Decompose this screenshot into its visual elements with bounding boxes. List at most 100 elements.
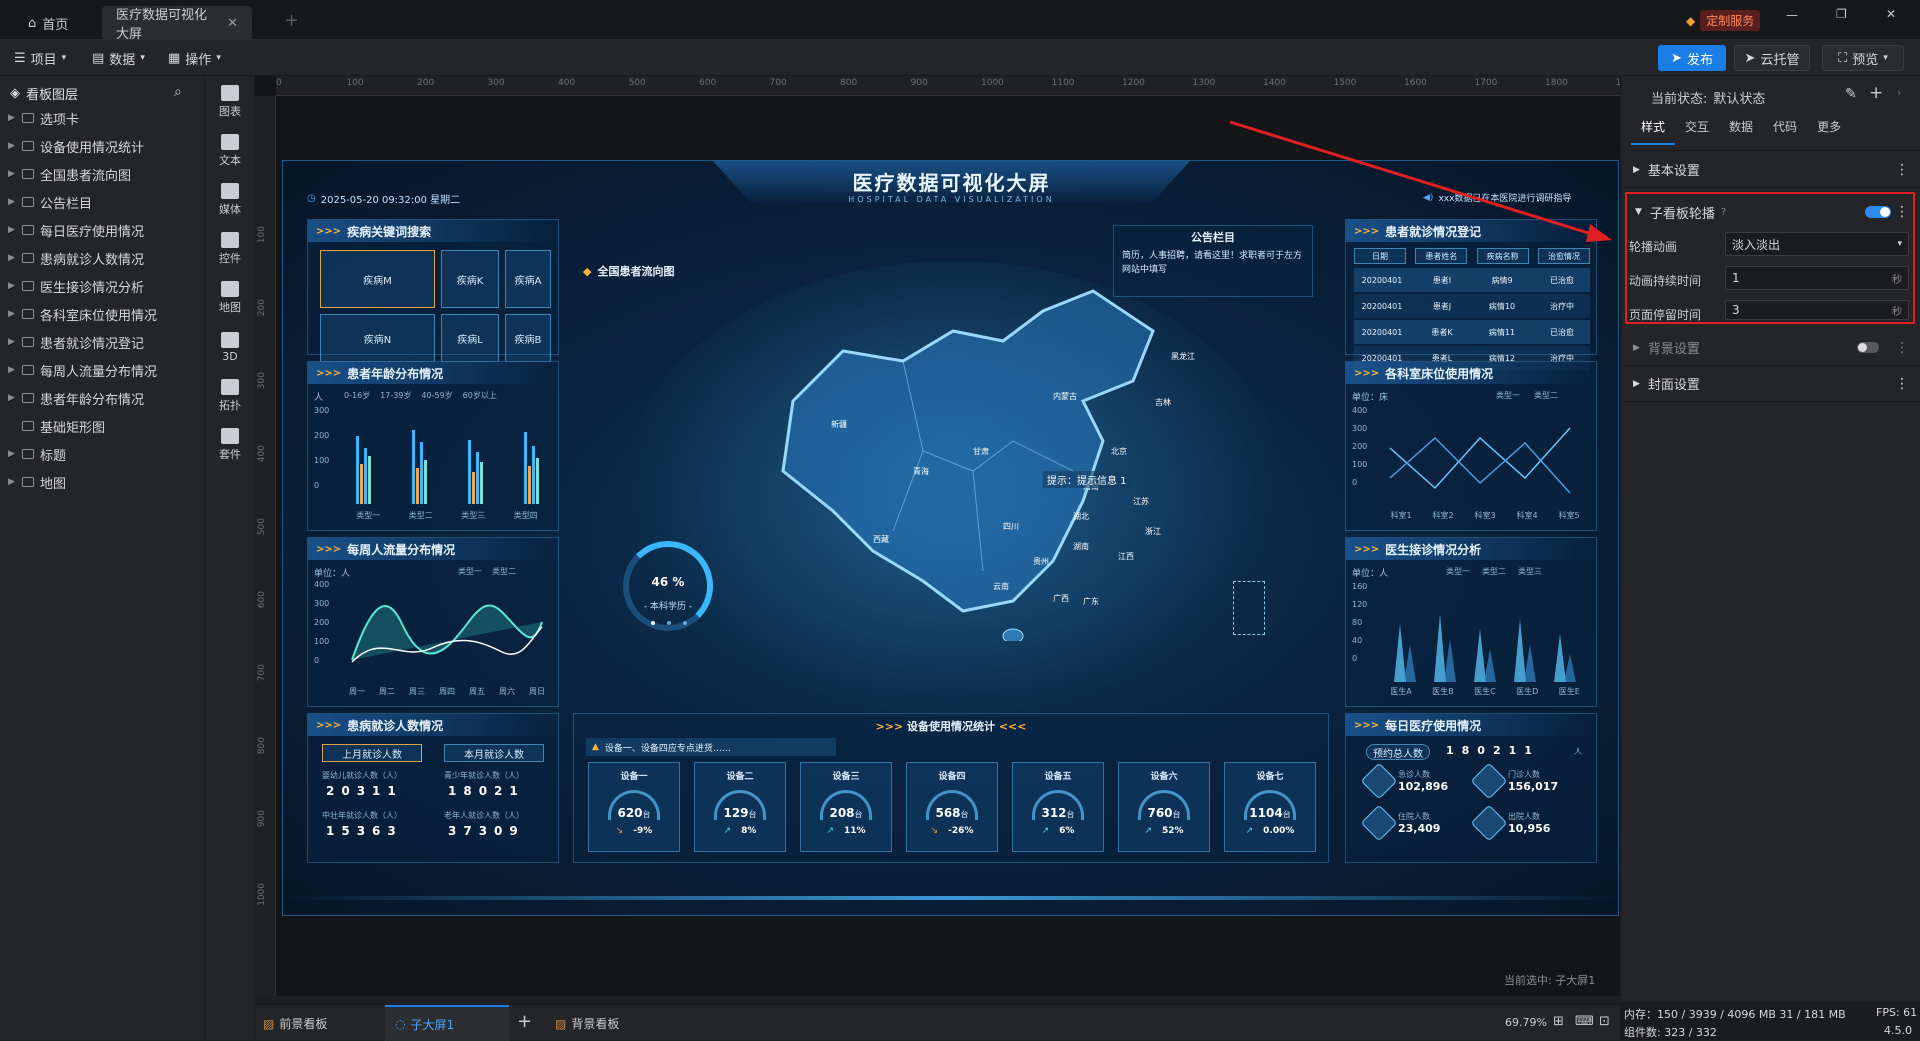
chevron-right-icon[interactable]: ▶ — [8, 113, 16, 123]
duration-input[interactable]: 1秒 — [1725, 266, 1909, 290]
fit-screen-icon[interactable]: ⊞ — [1553, 1014, 1564, 1029]
chevron-right-icon[interactable]: ▶ — [8, 169, 16, 179]
carousel-dots[interactable] — [651, 621, 687, 625]
animation-select[interactable]: 淡入淡出 ▾ — [1725, 232, 1909, 256]
layer-item[interactable]: ▶ 选项卡 — [0, 104, 205, 132]
close-icon[interactable]: ✕ — [227, 16, 238, 31]
map-area[interactable]: ◆ 全国患者流向图 新疆 西藏 青海 甘肃 内蒙古 黑龙江 吉林 四川 云南 贵州… — [583, 221, 1323, 721]
tab-sub-screen[interactable]: ◌ 子大屏1 — [385, 1005, 509, 1041]
device-card[interactable]: 设备五 312 台 ↗ 6% — [1012, 762, 1104, 852]
tool-chart[interactable]: 图表 — [205, 76, 255, 128]
menu-data[interactable]: ▤ 数据 ▾ — [92, 46, 145, 70]
add-icon[interactable]: + — [1869, 83, 1883, 103]
more-icon[interactable]: ⋮ — [1895, 376, 1909, 392]
chevron-right-icon[interactable]: ▶ — [8, 141, 16, 151]
layer-item[interactable]: ▶ 公告栏目 — [0, 188, 205, 216]
props-tab[interactable]: 更多 — [1807, 110, 1851, 145]
dashboard-screen[interactable]: 医疗数据可视化大屏 HOSPITAL DATA VISUALIZATION ◷ 2… — [282, 160, 1619, 916]
device-card[interactable]: 设备七 1104 台 ↗ 0.00% — [1224, 762, 1316, 852]
table-row[interactable]: 20200401 患者J 病情10 治疗中 — [1354, 294, 1590, 318]
preview-button[interactable]: ⛶ 预览 ▾ — [1822, 45, 1904, 71]
dot[interactable] — [667, 621, 671, 625]
layer-item[interactable]: ▶ 医生接诊情况分析 — [0, 272, 205, 300]
layer-item[interactable]: 基础矩形图 — [0, 412, 205, 440]
section-cover[interactable]: ▶ 封面设置 ⋮ — [1621, 366, 1920, 402]
custom-service-button[interactable]: ◆ 定制服务 — [1686, 10, 1761, 31]
layer-item[interactable]: ▶ 标题 — [0, 440, 205, 468]
chevron-right-icon[interactable]: ▶ — [8, 477, 16, 487]
tool-cube[interactable]: 3D — [205, 321, 255, 373]
restore-icon[interactable]: ❐ — [1836, 7, 1847, 21]
more-icon[interactable]: ⋮ — [1895, 204, 1909, 220]
tab-document[interactable]: 医疗数据可视化大屏 ✕ — [102, 6, 252, 42]
edit-icon[interactable]: ✎ — [1845, 86, 1857, 102]
tab-last-month[interactable]: 上月就诊人数 — [322, 744, 422, 762]
menu-project[interactable]: ☰ 项目 ▾ — [14, 46, 66, 70]
dot[interactable] — [651, 621, 655, 625]
tool-map[interactable]: 地图 — [205, 272, 255, 324]
tool-text[interactable]: 文本 — [205, 125, 255, 177]
chevron-right-icon[interactable]: ▶ — [8, 253, 16, 263]
add-board-icon[interactable]: + — [517, 1011, 532, 1032]
minimize-icon[interactable]: — — [1786, 8, 1798, 22]
background-toggle[interactable] — [1857, 342, 1879, 353]
chevron-right-icon[interactable]: ▶ — [8, 197, 16, 207]
chevron-right-icon[interactable]: ▶ — [8, 281, 16, 291]
layer-item[interactable]: ▶ 设备使用情况统计 — [0, 132, 205, 160]
chevron-right-icon[interactable]: ▶ — [8, 365, 16, 375]
tool-control[interactable]: 控件 — [205, 223, 255, 275]
chevron-right-icon[interactable]: ▶ — [8, 449, 16, 459]
more-icon[interactable]: ⋮ — [1895, 340, 1909, 356]
section-background[interactable]: ▶ 背景设置 ⋮ — [1621, 330, 1920, 366]
device-card[interactable]: 设备四 568 台 ↘ -26% — [906, 762, 998, 852]
new-tab-icon[interactable]: + — [284, 10, 299, 31]
table-row[interactable]: 20200401 患者I 病情9 已治愈 — [1354, 268, 1590, 292]
layer-item[interactable]: ▶ 每周人流量分布情况 — [0, 356, 205, 384]
help-icon[interactable]: ? — [1721, 207, 1726, 218]
chevron-right-icon[interactable]: › — [1897, 86, 1901, 99]
props-tab[interactable]: 样式 — [1631, 110, 1676, 145]
props-tab[interactable]: 代码 — [1763, 110, 1807, 145]
keyword-cell[interactable]: 疾病M — [320, 250, 435, 308]
chevron-right-icon[interactable]: ▶ — [8, 309, 16, 319]
zoom-level[interactable]: 69.79% — [1505, 1016, 1547, 1029]
section-basic[interactable]: ▶ 基本设置 ⋮ — [1621, 152, 1920, 188]
terminal-icon[interactable]: ⊡ — [1599, 1014, 1610, 1029]
window-close-icon[interactable]: ✕ — [1886, 7, 1896, 21]
tool-kit[interactable]: 套件 — [205, 419, 255, 471]
chevron-right-icon[interactable]: ▶ — [8, 337, 16, 347]
keyword-cell[interactable]: 疾病B — [505, 314, 551, 362]
keyword-cell[interactable]: 疾病A — [505, 250, 551, 308]
layer-item[interactable]: ▶ 患者年龄分布情况 — [0, 384, 205, 412]
layer-item[interactable]: ▶ 患者就诊情况登记 — [0, 328, 205, 356]
stay-input[interactable]: 3秒 — [1725, 300, 1909, 320]
menu-operate[interactable]: ▦ 操作 ▾ — [168, 46, 221, 70]
tab-home[interactable]: ⌂ 首页 — [14, 6, 82, 40]
keyboard-icon[interactable]: ⌨ — [1575, 1014, 1594, 1029]
tab-front-board[interactable]: ▨ 前景看板 — [263, 1015, 327, 1032]
publish-button[interactable]: ➤ 发布 — [1658, 45, 1726, 71]
cloud-host-button[interactable]: ➤ 云托管 — [1734, 45, 1810, 71]
device-card[interactable]: 设备一 620 台 ↘ -9% — [588, 762, 680, 852]
tab-back-board[interactable]: ▨ 背景看板 — [555, 1015, 619, 1032]
device-card[interactable]: 设备三 208 台 ↗ 11% — [800, 762, 892, 852]
chevron-right-icon[interactable]: ▶ — [8, 225, 16, 235]
chevron-right-icon[interactable]: ▶ — [8, 393, 16, 403]
section-carousel[interactable]: ▼ 子看板轮播? ⋮ — [1621, 194, 1920, 230]
layer-item[interactable]: ▶ 各科室床位使用情况 — [0, 300, 205, 328]
keyword-cell[interactable]: 疾病N — [320, 314, 435, 362]
layer-item[interactable]: ▶ 全国患者流向图 — [0, 160, 205, 188]
keyword-cell[interactable]: 疾病L — [441, 314, 499, 362]
layer-item[interactable]: ▶ 患病就诊人数情况 — [0, 244, 205, 272]
search-icon[interactable]: ⌕ — [174, 84, 182, 100]
device-card[interactable]: 设备二 129 台 ↗ 8% — [694, 762, 786, 852]
tool-media[interactable]: 媒体 — [205, 174, 255, 226]
props-tab[interactable]: 交互 — [1675, 110, 1719, 145]
device-card[interactable]: 设备六 760 台 ↗ 52% — [1118, 762, 1210, 852]
keyword-cell[interactable]: 疾病K — [441, 250, 499, 308]
carousel-toggle[interactable] — [1865, 206, 1891, 218]
layer-item[interactable]: ▶ 地图 — [0, 468, 205, 496]
dot[interactable] — [683, 621, 687, 625]
more-icon[interactable]: ⋮ — [1895, 162, 1909, 178]
tab-this-month[interactable]: 本月就诊人数 — [444, 744, 544, 762]
